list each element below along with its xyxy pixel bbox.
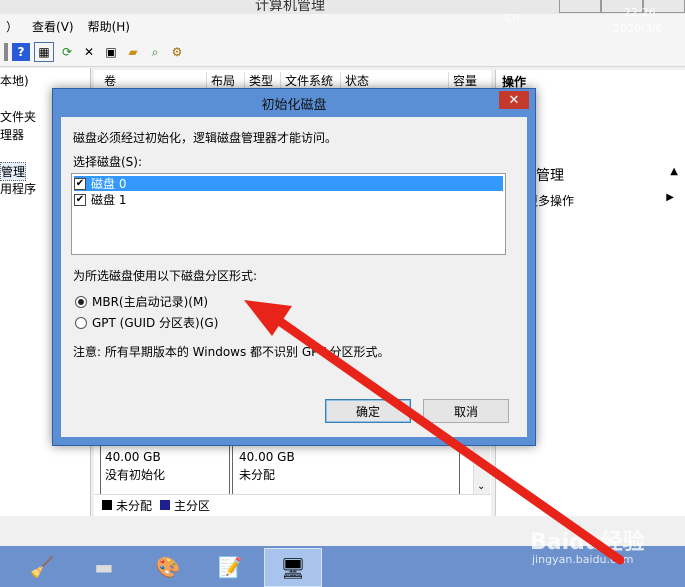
select-disks-label: 选择磁盘(S): (73, 155, 143, 169)
mbr-option[interactable]: MBR(主启动记录)(M) (75, 293, 208, 310)
app-title: 计算机管理 (255, 0, 325, 14)
column-volume[interactable]: 卷 (100, 72, 116, 88)
view-icon[interactable]: ▦ (34, 42, 54, 62)
column-type[interactable]: 类型 (244, 72, 273, 88)
tree-item-disk-management[interactable]: 管理 (0, 162, 27, 181)
disk-list[interactable]: ✔ 磁盘 0 ✔ 磁盘 1 (71, 173, 506, 255)
close-icon: ✕ (508, 92, 520, 108)
collapse-icon[interactable]: ▲ (670, 166, 678, 177)
chevron-right-icon: ▶ (666, 192, 674, 203)
unallocated-swatch (102, 500, 112, 510)
dialog-close-button[interactable]: ✕ (499, 91, 529, 109)
disk-0-size: 40.00 GB (105, 450, 161, 464)
disk-1-checkbox[interactable]: ✔ (74, 193, 86, 206)
toolbar: ? ▦ ⟳ ✕ ▣ ▰ ⌕ ⚙ (0, 38, 685, 67)
help-icon[interactable]: ? (12, 43, 30, 61)
column-filesystem[interactable]: 文件系统 (280, 72, 333, 88)
disk-settings-icon[interactable]: ⚙ (168, 43, 186, 61)
watermark-site: jingyan.baidu.com (532, 553, 634, 566)
ok-button[interactable]: 确定 (325, 399, 411, 423)
disk-1-status: 未分配 (239, 468, 276, 482)
column-capacity[interactable]: 容量 (448, 72, 477, 88)
actions-section-label: 管理 (536, 168, 564, 184)
column-layout[interactable]: 布局 (206, 72, 235, 88)
disk-0-block[interactable]: 40.00 GB 没有初始化 (100, 440, 230, 499)
cancel-button[interactable]: 取消 (423, 399, 509, 423)
properties-icon[interactable]: ▣ (102, 43, 120, 61)
legend-unallocated: 未分配 (116, 498, 153, 513)
disk-list-item[interactable]: ✔ 磁盘 1 (74, 192, 503, 207)
paint-icon[interactable]: 🎨 (140, 548, 196, 585)
cleanup-icon[interactable]: 🧹 (14, 548, 70, 585)
menu-bar: ） 查看(V) 帮助(H) (0, 14, 685, 38)
disk-0-checkbox[interactable]: ✔ (74, 177, 86, 190)
disk-1-size: 40.00 GB (239, 450, 295, 464)
partition-style-label: 为所选磁盘使用以下磁盘分区形式: (73, 269, 258, 283)
legend-primary: 主分区 (174, 498, 211, 513)
open-folder-icon[interactable]: ▰ (124, 43, 142, 61)
minimize-button[interactable] (559, 0, 601, 13)
menu-view[interactable]: 查看(V) (32, 18, 74, 35)
menu-action[interactable]: ） (6, 18, 18, 35)
menu-help[interactable]: 帮助(H) (88, 18, 130, 35)
disk-1-block[interactable]: 40.00 GB 未分配 (232, 440, 460, 499)
legend: 未分配 主分区 (94, 494, 491, 515)
clock-date[interactable]: 2020/3/6 (613, 22, 662, 35)
primary-swatch (160, 500, 171, 510)
tree-item-services[interactable]: 用程序 (0, 180, 36, 197)
dialog-intro: 磁盘必须经过初始化，逻辑磁盘管理器才能访问。 (73, 131, 338, 145)
toolbar-separator (4, 43, 8, 61)
gpt-note: 注意: 所有早期版本的 Windows 都不识别 GPT 分区形式。 (73, 345, 390, 359)
gpt-option[interactable]: GPT (GUID 分区表)(G) (75, 314, 218, 331)
refresh-icon[interactable]: ⟳ (58, 43, 76, 61)
dialog-title: 初始化磁盘 (261, 97, 327, 113)
tree-item-local[interactable]: 本地) (0, 72, 29, 89)
disk-1-label: 磁盘 1 (91, 193, 127, 207)
network-icon[interactable]: 🖥 (264, 548, 322, 587)
initialize-disk-dialog: 初始化磁盘 ✕ 磁盘必须经过初始化，逻辑磁盘管理器才能访问。 选择磁盘(S): … (52, 88, 536, 446)
tree-item-device-manager[interactable]: 理器 (0, 126, 24, 143)
window-controls (559, 0, 685, 13)
clock-time[interactable]: 22:26 (624, 6, 656, 19)
tree-item-shared-folders[interactable]: 文件夹 (0, 108, 36, 125)
input-language[interactable]: CH (505, 13, 520, 24)
dialog-body: 磁盘必须经过初始化，逻辑磁盘管理器才能访问。 选择磁盘(S): ✔ 磁盘 0 ✔… (61, 117, 527, 437)
disk-list-item[interactable]: ✔ 磁盘 0 (74, 176, 503, 191)
notepad-icon[interactable]: 📝 (202, 548, 258, 585)
scroll-down-icon[interactable]: ⌄ (477, 481, 485, 492)
disk-0-status: 没有初始化 (105, 468, 166, 482)
disk-0-label: 磁盘 0 (91, 177, 127, 191)
watermark-brand: Baidu经验 (530, 530, 645, 555)
gpt-label: GPT (GUID 分区表)(G) (92, 316, 219, 330)
search-icon[interactable]: ⌕ (146, 43, 164, 61)
mbr-radio[interactable] (75, 295, 87, 308)
mbr-label: MBR(主启动记录)(M) (92, 295, 209, 309)
gpt-radio[interactable] (75, 316, 87, 329)
delete-icon[interactable]: ✕ (80, 43, 98, 61)
column-status[interactable]: 状态 (340, 72, 369, 88)
memory-icon[interactable]: ▬ (76, 548, 132, 585)
